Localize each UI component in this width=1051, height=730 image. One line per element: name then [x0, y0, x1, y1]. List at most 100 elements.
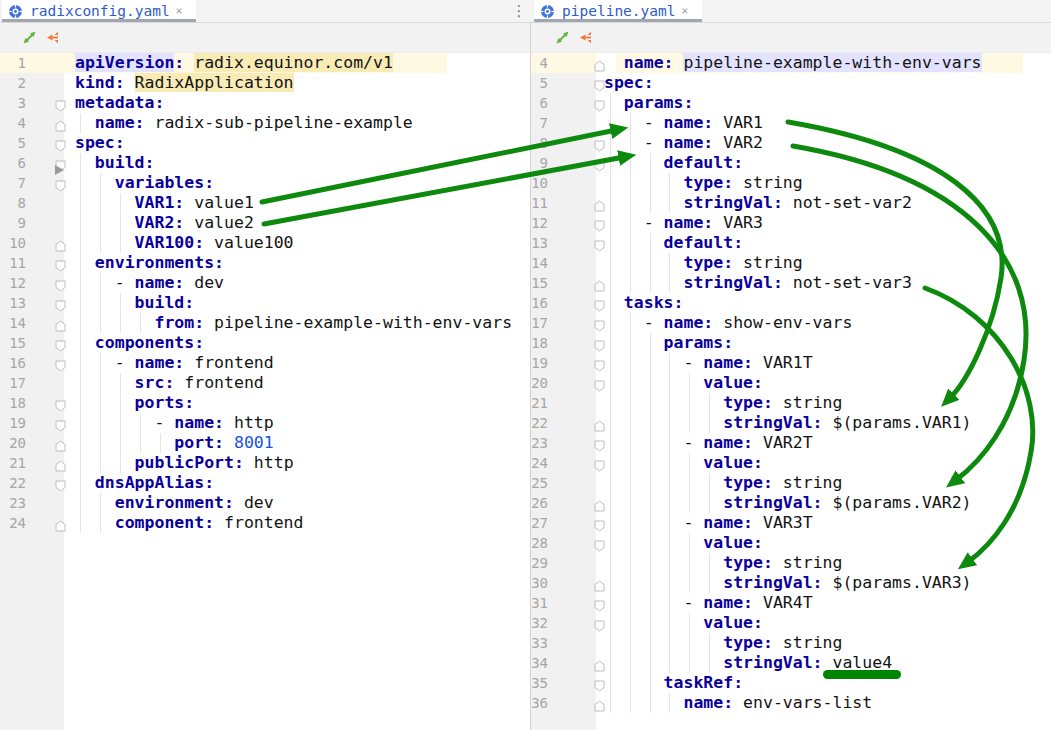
code-line-right-13[interactable]: default:: [604, 233, 743, 253]
code-line-left-11[interactable]: environments:: [75, 253, 224, 273]
code-line-right-17[interactable]: - name: show-env-vars: [604, 313, 852, 333]
fold-marker-icon[interactable]: [594, 277, 605, 289]
fold-marker-icon[interactable]: [55, 117, 66, 129]
fold-marker-icon[interactable]: [594, 417, 605, 429]
code-line-left-1[interactable]: apiVersion: radix.equinor.com/v1: [75, 53, 393, 73]
code-line-left-15[interactable]: components:: [75, 333, 204, 353]
code-line-right-20[interactable]: value:: [604, 373, 763, 393]
code-line-right-21[interactable]: type: string: [604, 393, 842, 413]
fold-marker-icon[interactable]: [594, 697, 605, 709]
code-line-right-16[interactable]: tasks:: [604, 293, 683, 313]
code-line-left-19[interactable]: - name: http: [75, 413, 274, 433]
code-line-left-5[interactable]: spec:: [75, 133, 125, 153]
fold-marker-icon[interactable]: [55, 457, 66, 469]
tab-pipeline-yaml[interactable]: pipeline.yaml ✕: [534, 0, 702, 22]
pane-divider[interactable]: [530, 23, 531, 730]
code-line-left-22[interactable]: dnsAppAlias:: [75, 473, 214, 493]
fold-marker-icon[interactable]: [594, 137, 605, 149]
code-line-right-27[interactable]: - name: VAR3T: [604, 513, 813, 533]
code-line-left-16[interactable]: - name: frontend: [75, 353, 274, 373]
code-line-right-5[interactable]: spec:: [604, 73, 654, 93]
editor-pane-radixconfig[interactable]: 1apiVersion: radix.equinor.com/v12kind: …: [0, 53, 530, 730]
code-line-right-26[interactable]: stringVal: $(params.VAR2): [604, 493, 972, 513]
fold-marker-icon[interactable]: [594, 97, 605, 109]
code-line-right-19[interactable]: - name: VAR1T: [604, 353, 813, 373]
code-line-right-24[interactable]: value:: [604, 453, 763, 473]
code-line-right-18[interactable]: params:: [604, 333, 733, 353]
fold-marker-icon[interactable]: [594, 77, 605, 89]
fold-marker-icon[interactable]: [594, 157, 605, 169]
fold-marker-icon[interactable]: [594, 237, 605, 249]
code-line-right-28[interactable]: value:: [604, 533, 763, 553]
code-line-left-14[interactable]: from: pipeline-example-with-env-vars: [75, 313, 512, 333]
code-line-right-22[interactable]: stringVal: $(params.VAR1): [604, 413, 972, 433]
fold-marker-icon[interactable]: [594, 677, 605, 689]
fold-marker-icon[interactable]: [594, 597, 605, 609]
fold-marker-icon[interactable]: [55, 517, 66, 529]
code-line-right-23[interactable]: - name: VAR2T: [604, 433, 813, 453]
code-line-left-8[interactable]: VAR1: value1: [75, 193, 254, 213]
fold-marker-icon[interactable]: [594, 457, 605, 469]
fold-marker-icon[interactable]: [594, 657, 605, 669]
code-line-left-3[interactable]: metadata:: [75, 93, 164, 113]
fold-marker-icon[interactable]: [55, 277, 66, 289]
code-line-right-31[interactable]: - name: VAR4T: [604, 593, 813, 613]
code-line-right-7[interactable]: - name: VAR1: [604, 113, 763, 133]
code-line-left-23[interactable]: environment: dev: [75, 493, 274, 513]
code-line-left-9[interactable]: VAR2: value2: [75, 213, 254, 233]
code-line-left-7[interactable]: variables:: [75, 173, 214, 193]
fold-marker-icon[interactable]: [594, 297, 605, 309]
fold-marker-icon[interactable]: [594, 317, 605, 329]
code-line-left-10[interactable]: VAR100: value100: [75, 233, 294, 253]
fold-marker-icon[interactable]: [594, 437, 605, 449]
code-line-right-9[interactable]: default:: [604, 153, 743, 173]
code-line-right-32[interactable]: value:: [604, 613, 763, 633]
fold-marker-icon[interactable]: [55, 417, 66, 429]
fold-marker-icon[interactable]: [594, 497, 605, 509]
code-line-right-15[interactable]: stringVal: not-set-var3: [604, 273, 912, 293]
fold-marker-icon[interactable]: [594, 217, 605, 229]
code-line-right-36[interactable]: name: env-vars-list: [604, 693, 872, 713]
code-line-right-35[interactable]: taskRef:: [604, 673, 743, 693]
next-difference-icon[interactable]: [554, 29, 571, 46]
fold-marker-icon[interactable]: [55, 337, 66, 349]
fold-marker-icon[interactable]: [55, 97, 66, 109]
fold-marker-icon[interactable]: [55, 397, 66, 409]
fold-marker-icon[interactable]: [55, 237, 66, 249]
fold-marker-icon[interactable]: [55, 257, 66, 269]
code-line-right-29[interactable]: type: string: [604, 553, 842, 573]
code-line-left-13[interactable]: build:: [75, 293, 194, 313]
fold-marker-icon[interactable]: [594, 537, 605, 549]
prev-difference-icon[interactable]: [45, 29, 62, 46]
fold-marker-icon[interactable]: [55, 177, 66, 189]
fold-marker-icon[interactable]: [594, 517, 605, 529]
fold-marker-icon[interactable]: [594, 377, 605, 389]
code-line-right-14[interactable]: type: string: [604, 253, 803, 273]
code-line-left-24[interactable]: component: frontend: [75, 513, 303, 533]
code-line-left-4[interactable]: name: radix-sub-pipeline-example: [75, 113, 413, 133]
code-line-right-30[interactable]: stringVal: $(params.VAR3): [604, 573, 972, 593]
code-line-right-11[interactable]: stringVal: not-set-var2: [604, 193, 912, 213]
fold-marker-icon[interactable]: [594, 197, 605, 209]
fold-marker-icon[interactable]: [55, 317, 66, 329]
code-line-right-25[interactable]: type: string: [604, 473, 842, 493]
editor-pane-pipeline[interactable]: 4 name: pipeline-example-with-env-vars5s…: [531, 53, 1051, 730]
code-line-right-12[interactable]: - name: VAR3: [604, 213, 763, 233]
code-line-left-12[interactable]: - name: dev: [75, 273, 224, 293]
fold-marker-icon[interactable]: [594, 57, 605, 69]
code-line-left-20[interactable]: port: 8001: [75, 433, 274, 453]
code-line-right-33[interactable]: type: string: [604, 633, 842, 653]
fold-marker-icon[interactable]: [594, 337, 605, 349]
next-difference-icon[interactable]: [21, 29, 38, 46]
fold-marker-icon[interactable]: [55, 477, 66, 489]
split-more-icon[interactable]: ⋮: [509, 1, 529, 21]
code-line-left-21[interactable]: publicPort: http: [75, 453, 294, 473]
code-line-right-10[interactable]: type: string: [604, 173, 803, 193]
code-line-right-4[interactable]: name: pipeline-example-with-env-vars: [604, 53, 982, 73]
fold-marker-icon[interactable]: [55, 357, 66, 369]
code-line-left-6[interactable]: build:: [75, 153, 154, 173]
code-line-right-8[interactable]: - name: VAR2: [604, 133, 763, 153]
fold-marker-icon[interactable]: [594, 617, 605, 629]
fold-marker-icon[interactable]: [55, 297, 66, 309]
code-line-left-2[interactable]: kind: RadixApplication: [75, 73, 294, 93]
